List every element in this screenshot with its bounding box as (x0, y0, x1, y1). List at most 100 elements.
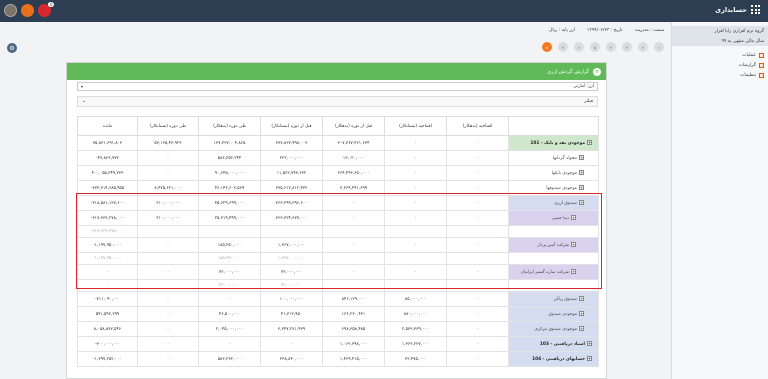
table-cell: ۰ (198, 291, 261, 307)
messages-icon[interactable] (21, 4, 34, 17)
sidebar-item-settings[interactable]: تنظیمات (672, 70, 768, 80)
account-name-cell[interactable]: 101 - موجودی نقد و بانک + (508, 135, 599, 151)
account-name: 104 - حسابهای دریافتنی (532, 357, 585, 362)
table-cell: ۱۳,۰۲۰,۰۰۰ (322, 150, 385, 166)
table-row[interactable]: ۸,۰۵۸,۸۷۷,۵۴۶ ۰ ۲,۰۴۵,۰۰۰,۰۰۰ ۳,۳۴۷,۲۷۱,۹۳۹… (77, 321, 599, 337)
table-cell: ۱,۳۶۲,۲۳۷,۰۰۰ (384, 336, 447, 352)
expand-toggle-icon[interactable]: + (587, 356, 592, 361)
table-cell: ۰ (384, 150, 447, 166)
table-cell: ۲۳۸,۸۴۰,۰۰۰ (260, 351, 323, 367)
sidebar-item-label: عملیات (742, 52, 756, 58)
sidebar-item-label: گروه نرم افزاری رایا افزار (714, 28, 764, 34)
sidebar-item-operations[interactable]: عملیات (672, 50, 768, 60)
expand-toggle-icon[interactable]: + (579, 170, 584, 175)
table-cell: ۱۳۷,۳۳۷,۰۰۴,۸۶۵ (198, 135, 261, 151)
table-cell: ۸,۰۵۸,۸۷۷,۵۴۶ (77, 321, 138, 337)
column-header[interactable]: افتتاحیه (بستانکار) (384, 116, 447, 136)
table-cell: ۶۹۸,۳۵۸,۴۸۵ (322, 321, 385, 337)
user-avatar[interactable] (4, 4, 17, 17)
expand-toggle-icon[interactable]: + (587, 341, 592, 346)
date-label: تاریخ : ۱۳۹۹/۰۷/۲۳ (586, 28, 623, 33)
column-header[interactable]: افتتاحیه (بدهکار) (446, 116, 509, 136)
account-name: صندوق ریالی (553, 297, 577, 302)
table-row[interactable]: -۳۰۰,۰۰۰,۰۰۰ ۰ ۰ ۰ ۱,۰۶۲,۳۹۸,۰۰۰ ۱,۳۶۲,۲۳۷,۰۰… (77, 336, 599, 352)
panel-title: گزارش گردش ارزی (547, 68, 589, 75)
apps-grid-icon[interactable] (751, 5, 760, 14)
table-row[interactable]: ۴۰۰,۰۵۵,۳۴۹,۷۳۳ ۰ ۹۰,۶۴۵,۰۰۰,۰۰۰ ۱۱,۵۶۲,۷۴۳… (77, 165, 599, 181)
table-cell: ۳,۳۴۷,۲۷۱,۹۳۹ (260, 321, 323, 337)
step-2[interactable]: ۲ (638, 42, 648, 52)
table-cell: ۰ (260, 336, 323, 352)
table-cell: ۰ (446, 321, 509, 337)
table-cell: ۸۴۶,۱۲۹,۰۰۰ (322, 291, 385, 307)
brand-label: حسابداری (715, 5, 747, 14)
column-header[interactable]: مانده (77, 116, 138, 136)
account-name-cell[interactable]: موجودی صندوق مرکزی + (508, 321, 599, 337)
step-7[interactable]: ۷ (558, 42, 568, 52)
expand-toggle-icon[interactable]: + (579, 296, 584, 301)
account-name: 101 - موجودی نقد و بانک (530, 141, 585, 146)
account-name-cell[interactable]: موجودی صندوق + (508, 306, 599, 322)
wizard-stepper: ۱ ۲ ۳ ۴ ۵ ۶ ۷ ۸ (542, 42, 664, 52)
table-cell: ۲۶۴,۴۴۳,۶۵۰,۰۰۰ (322, 165, 385, 181)
expand-toggle-icon[interactable]: + (587, 140, 592, 145)
expand-toggle-icon[interactable]: + (579, 311, 584, 316)
plus-box-icon (759, 52, 764, 58)
step-5[interactable]: ۵ (590, 42, 600, 52)
step-4[interactable]: ۴ (606, 42, 616, 52)
table-cell: ۳۷۷,۸۳۷,۹۹۸,۰۰۳ (260, 135, 323, 151)
table-cell: ۰ (446, 135, 509, 151)
table-row[interactable]: -۴۷,۸۳۶,۷۷۳ ۰ ۵۸۳,۳۵۶,۲۴۴ ۲۲۲,۰۰۰,۰۰۰ ۱۳,۰۲۰… (77, 150, 599, 166)
table-row[interactable]: ۷۵,۸۳۱,۶۹۱,۸۰۳ ۵۳,۱۳۵,۴۳,۹۲۳ ۱۳۷,۳۳۷,۰۰۴,۸… (77, 135, 599, 151)
expand-toggle-icon[interactable]: + (579, 326, 584, 331)
filter-label: فیلتر (584, 99, 593, 104)
currency-value: ارز: امارتی (573, 84, 594, 89)
table-row[interactable]: -۱,۳۹۷,۲۵۲,۰۰۰ ۰ ۵۸۳,۲۳۲,۰۰۰ ۲۳۸,۸۴۰,۰۰۰ ۱,۴… (77, 351, 599, 367)
expand-toggle-icon[interactable]: + (579, 155, 584, 160)
table-cell: ۰ (384, 135, 447, 151)
sidebar-item-fiscal-year[interactable]: سال مالی منتهی به ۹۹ (672, 36, 768, 46)
sidebar: گروه نرم افزاری رایا افزار سال مالی منته… (671, 22, 768, 379)
account-name-cell[interactable]: صندوق ریالی + (508, 291, 599, 307)
table-cell: ۰ (137, 336, 199, 352)
account-name: موجودی صندوق (548, 312, 577, 317)
account-name-cell[interactable]: 103 - اسناد دریافتنی + (508, 336, 599, 352)
column-header[interactable]: قبل از دوره (بدهکار) (322, 116, 385, 136)
filter-bar[interactable]: ⌄ فیلتر (77, 96, 598, 107)
account-name: 103 - اسناد دریافتنی (539, 342, 585, 347)
expand-toggle-icon[interactable]: + (579, 185, 584, 190)
table-cell: ۸۸۰,۰۰۰,۰۰۰ (384, 306, 447, 322)
account-name-cell[interactable]: تنخواه گردانها + (508, 150, 599, 166)
plus-box-icon (759, 72, 764, 78)
notification-count: 0 (48, 2, 54, 7)
sidebar-item-company[interactable]: گروه نرم افزاری رایا افزار (672, 26, 768, 36)
table-cell: ۰ (446, 165, 509, 181)
sidebar-item-reports[interactable]: گزارشات (672, 60, 768, 70)
table-cell: ۵۸۳,۳۵۶,۲۴۴ (198, 150, 261, 166)
column-header[interactable]: قبل از دوره (بستانکار) (260, 116, 323, 136)
table-cell: ۰ (446, 150, 509, 166)
currency-select[interactable]: ▾ ارز: امارتی (77, 82, 598, 91)
account-name: موجودی صندوق مرکزی (534, 327, 577, 332)
sidebar-item-label: سال مالی منتهی به ۹۹ (721, 38, 765, 44)
table-cell: ۱,۴۶۹,۴۱۵,۰۰۰ (322, 351, 385, 367)
column-header[interactable]: طی دوره (بستانکار) (137, 116, 199, 136)
table-cell: ۲,۵۳۳,۳۳۹,۰۰۰ (384, 321, 447, 337)
step-3[interactable]: ۳ (622, 42, 632, 52)
table-row[interactable]: ۵۹۱,۵۹۲,۳۹۹ ۰ ۴۶,۵۰۰,۰۰۰ ۴۱,۳۱۳,۹۵۰ ۱۳۶,۲۳۰,… (77, 306, 599, 322)
table-cell: ۰ (137, 291, 199, 307)
account-name-cell[interactable]: موجودی بانکها + (508, 165, 599, 181)
table-header-row: مانده طی دوره (بستانکار) طی دوره (بدهکار… (77, 116, 599, 136)
column-header[interactable]: طی دوره (بدهکار) (198, 116, 261, 136)
table-row[interactable]: -۷۱۱,۰۹۰,۰۰۰ ۰ ۰ ۱۰۰,۰۰۰,۰۰۰ ۸۴۶,۱۲۹,۰۰۰ ۸۵,۰… (77, 291, 599, 307)
gear-icon[interactable]: ⚙ (7, 43, 17, 53)
step-8[interactable]: ۸ (542, 42, 552, 52)
step-6[interactable]: ۶ (574, 42, 584, 52)
account-name-cell[interactable]: 104 - حسابهای دریافتنی + (508, 351, 599, 367)
step-1[interactable]: ۱ (654, 42, 664, 52)
base-currency-label: ارز پایه : ریال (549, 28, 575, 33)
app-brand[interactable]: حسابداری (715, 5, 760, 14)
header-meta: سمت : مدیریت تاریخ : ۱۳۹۹/۰۷/۲۳ ارز پایه… (549, 28, 664, 33)
table-cell: ۷۵,۸۳۱,۶۹۱,۸۰۳ (77, 135, 138, 151)
notifications-icon[interactable]: 0 (38, 2, 54, 17)
